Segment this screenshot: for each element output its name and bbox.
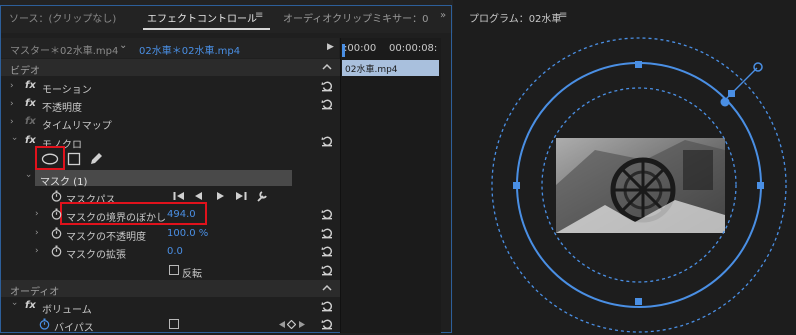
expand-chevron-icon[interactable]: › <box>35 246 43 256</box>
mask-opacity-row: › マスクの不透明度 100.0 % <box>1 225 341 243</box>
program-monitor-panel: プログラム：02水車 ≡ <box>455 0 796 335</box>
sequence-clip-label[interactable]: 02水車＊02水車.mp4 <box>139 42 240 57</box>
mask-title: マスク (1) <box>40 177 88 188</box>
program-monitor-canvas[interactable] <box>455 0 796 335</box>
add-keyframe-icon[interactable] <box>287 320 296 329</box>
expand-chevron-icon[interactable]: › <box>10 117 18 127</box>
stopwatch-icon[interactable] <box>51 208 62 220</box>
reset-icon[interactable] <box>321 98 333 110</box>
collapse-chevron-icon[interactable]: › <box>9 137 19 145</box>
reset-icon[interactable] <box>321 227 333 239</box>
mask-inverted-row: 反転 <box>1 262 341 280</box>
video-section-header: ビデオ <box>1 59 341 77</box>
playhead-handle[interactable] <box>342 44 345 57</box>
expand-chevron-icon[interactable]: › <box>10 81 18 91</box>
mask-feather-row: › マスクの境界のぼかし 494.0 <box>1 206 341 224</box>
mask-handle-bottom[interactable] <box>635 298 642 305</box>
collapse-chevron-icon[interactable]: › <box>9 302 19 310</box>
feather-handle-point[interactable] <box>720 97 730 107</box>
previous-keyframe-icon[interactable] <box>278 320 286 329</box>
play-only-audio-icon[interactable]: ▶ <box>327 42 334 52</box>
fx-toggle-icon[interactable]: fx <box>25 80 36 91</box>
fx-toggle-icon[interactable]: fx <box>25 300 36 311</box>
master-clip-label[interactable]: マスター＊02水車.mp4 <box>10 42 118 57</box>
stopwatch-icon[interactable] <box>51 190 62 202</box>
ellipse-mask-icon[interactable] <box>41 153 59 165</box>
timeline-clip[interactable]: 02水車.mp4 <box>342 60 439 76</box>
track-forward-icon[interactable] <box>235 191 247 201</box>
stopwatch-icon[interactable] <box>39 318 50 330</box>
mask-opacity-label: マスクの不透明度 <box>66 232 146 243</box>
audio-section-header: オーディオ <box>1 280 341 298</box>
mask-feather-value[interactable]: 494.0 <box>167 209 196 220</box>
expand-chevron-icon[interactable]: › <box>35 209 43 219</box>
bypass-checkbox[interactable] <box>169 319 179 329</box>
reset-icon[interactable] <box>321 318 333 330</box>
expand-chevron-icon[interactable]: › <box>35 228 43 238</box>
mask-handle-right[interactable] <box>757 182 764 189</box>
mask-expansion-label: マスクの拡張 <box>66 250 126 261</box>
mask-collapse-chevron-icon[interactable]: › <box>23 174 33 182</box>
reset-icon[interactable] <box>321 300 333 312</box>
effect-name-motion: モーション <box>42 85 92 96</box>
video-section-label: ビデオ <box>10 66 40 77</box>
audio-section-label: オーディオ <box>10 287 60 298</box>
timeline-start-time: :00:00 <box>344 43 377 54</box>
fx-toggle-icon[interactable]: fx <box>25 135 36 146</box>
effect-name-time-remap: タイムリマップ <box>42 121 112 132</box>
effect-name-opacity: 不透明度 <box>42 103 82 114</box>
effect-row-motion[interactable]: › fx モーション <box>1 78 341 96</box>
timeline-end-time: 00:00:08: <box>389 43 438 54</box>
track-forward-one-frame-icon[interactable] <box>216 191 225 201</box>
feather-handle-end[interactable] <box>753 62 763 72</box>
stopwatch-icon[interactable] <box>51 245 62 257</box>
inverted-checkbox[interactable] <box>169 265 179 275</box>
wrench-icon[interactable] <box>256 190 268 203</box>
mask-expansion-row: › マスクの拡張 0.0 <box>1 243 341 261</box>
effect-row-volume[interactable]: › fx ボリューム <box>1 298 341 316</box>
effect-row-opacity[interactable]: › fx 不透明度 <box>1 96 341 114</box>
bypass-label: バイパス <box>54 323 94 334</box>
reset-icon[interactable] <box>321 80 333 92</box>
mask-handle-top[interactable] <box>635 61 642 68</box>
clip-dropdown-chevron-icon[interactable]: ⌄ <box>119 40 127 51</box>
track-backward-icon[interactable] <box>173 191 185 201</box>
pen-mask-icon[interactable] <box>89 151 103 166</box>
collapse-up-icon[interactable] <box>321 282 333 294</box>
timeline-clip-name: 02水車.mp4 <box>345 65 398 75</box>
expand-chevron-icon[interactable]: › <box>10 99 18 109</box>
rectangle-mask-icon[interactable] <box>67 152 81 166</box>
effect-controls-timeline[interactable]: :00:00 00:00:08: 02水車.mp4 <box>340 38 441 333</box>
collapse-up-icon[interactable] <box>321 61 333 73</box>
video-frame <box>556 138 725 233</box>
mask-expansion-value[interactable]: 0.0 <box>167 246 183 257</box>
effect-row-time-remap[interactable]: › fx タイムリマップ <box>1 114 341 132</box>
mask-opacity-value[interactable]: 100.0 % <box>167 228 208 239</box>
fx-disabled-icon: fx <box>25 116 36 127</box>
bypass-row: バイパス <box>1 316 341 334</box>
inverted-label: 反転 <box>182 269 202 280</box>
reset-icon[interactable] <box>321 264 333 276</box>
next-keyframe-icon[interactable] <box>298 320 306 329</box>
reset-icon[interactable] <box>321 135 333 147</box>
effect-name-volume: ボリューム <box>42 305 92 316</box>
clip-selector-bar: マスター＊02水車.mp4 ⌄ 02水車＊02水車.mp4 ▶ <box>1 38 339 58</box>
reset-icon[interactable] <box>321 208 333 220</box>
mask-rotation-handle[interactable] <box>728 90 735 97</box>
fx-toggle-icon[interactable]: fx <box>25 98 36 109</box>
effect-controls-panel: ソース：(クリップなし) エフェクトコントロール ≡ オーディオクリップミキサー… <box>0 0 453 335</box>
mask-feather-label: マスクの境界のぼかし <box>66 213 166 224</box>
track-backward-one-frame-icon[interactable] <box>194 191 203 201</box>
stopwatch-icon[interactable] <box>51 227 62 239</box>
reset-icon[interactable] <box>321 245 333 257</box>
mask-handle-left[interactable] <box>513 182 520 189</box>
